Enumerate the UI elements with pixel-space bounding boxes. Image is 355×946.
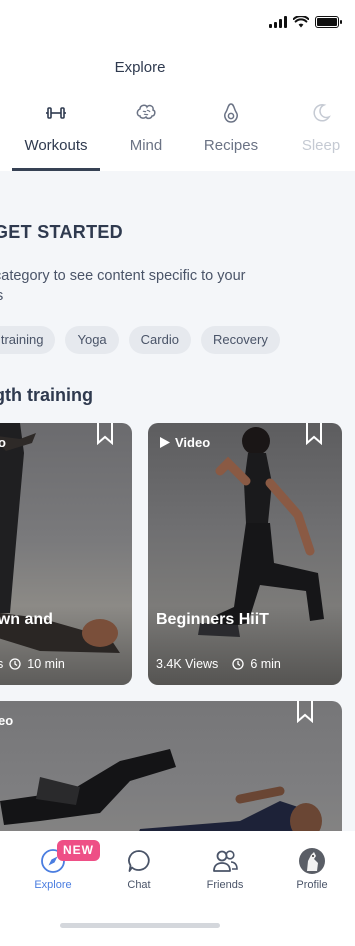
moon-icon — [313, 104, 331, 122]
signal-icon — [269, 16, 287, 28]
dumbbell-icon — [46, 107, 66, 119]
nav-chat[interactable]: Chat — [104, 847, 174, 891]
card-title: Beginners HiiT — [156, 611, 269, 628]
brain-icon — [136, 104, 156, 120]
section-title: GET STARTED — [0, 222, 123, 242]
video-card[interactable]: Video Beginners HiiT 3.4K Views 6 min — [148, 423, 342, 685]
tab-workouts[interactable]: Workouts — [11, 95, 101, 171]
avatar — [299, 848, 325, 874]
explore-content: GET STARTED category to see content spec… — [0, 171, 355, 831]
status-icons — [269, 16, 342, 28]
clock-icon — [9, 658, 21, 670]
nav-label: Profile — [296, 879, 328, 891]
wifi-icon — [293, 16, 309, 28]
video-tag-label: eo — [0, 713, 14, 728]
nav-label: Chat — [127, 879, 151, 891]
avocado-icon — [224, 103, 238, 123]
tab-label: Sleep — [301, 137, 341, 154]
play-icon — [160, 437, 170, 448]
video-tag: o — [0, 435, 6, 450]
card-duration: 10 min — [27, 657, 65, 671]
page-title: Explore — [114, 59, 166, 76]
chip-yoga[interactable]: Yoga — [65, 326, 119, 354]
card-meta: ws 10 min — [0, 657, 65, 671]
video-tag-label: Video — [175, 435, 211, 450]
home-indicator — [60, 923, 220, 928]
video-tag: eo — [0, 713, 13, 728]
section-description-tail: s — [0, 288, 3, 304]
tab-recipes[interactable]: Recipes — [186, 95, 276, 171]
athlete-image — [0, 423, 120, 653]
clock-icon — [232, 658, 244, 670]
video-tag-label: o — [0, 435, 6, 450]
bookmark-icon[interactable] — [295, 701, 315, 723]
category-tabs: Workouts Mind Recipes Sleep — [0, 95, 355, 171]
card-title: own and — [0, 611, 53, 628]
nav-friends[interactable]: Friends — [190, 847, 260, 891]
bottom-navigation: Explore NEW Chat Friends Profile — [0, 831, 355, 946]
nav-label: Friends — [206, 879, 244, 891]
chip-recovery[interactable]: Recovery — [200, 326, 280, 354]
tab-mind[interactable]: Mind — [101, 95, 191, 171]
friends-icon — [213, 850, 238, 872]
athlete-image — [0, 749, 322, 831]
tab-sleep[interactable]: Sleep — [276, 95, 355, 171]
video-card[interactable]: o own and h ws 10 min — [0, 423, 132, 685]
subsection-title: gth training — [0, 385, 93, 405]
chip-cardio[interactable]: Cardio — [128, 326, 191, 354]
status-bar — [0, 0, 355, 50]
bookmark-icon[interactable] — [304, 423, 324, 445]
card-duration: 6 min — [250, 657, 281, 671]
video-card[interactable]: eo — [0, 701, 342, 831]
card-meta: 3.4K Views 6 min — [156, 657, 281, 671]
tab-label: Mind — [129, 137, 163, 154]
card-views: ws — [0, 657, 4, 671]
card-views: 3.4K Views — [156, 657, 219, 671]
chip-strength-training[interactable]: n training — [0, 326, 56, 354]
athlete-image — [198, 427, 324, 637]
battery-icon — [315, 16, 342, 28]
video-tag: Video — [160, 435, 210, 450]
tab-label: Recipes — [203, 137, 259, 154]
category-chips: n training Yoga Cardio Recovery — [0, 326, 280, 354]
tab-label: Workouts — [24, 137, 88, 154]
chat-icon — [128, 850, 150, 872]
nav-label: Explore — [34, 879, 72, 891]
bookmark-icon[interactable] — [95, 423, 115, 445]
nav-profile[interactable]: Profile — [277, 847, 347, 891]
new-badge: NEW — [57, 840, 100, 861]
section-description: category to see content specific to your — [0, 268, 246, 284]
